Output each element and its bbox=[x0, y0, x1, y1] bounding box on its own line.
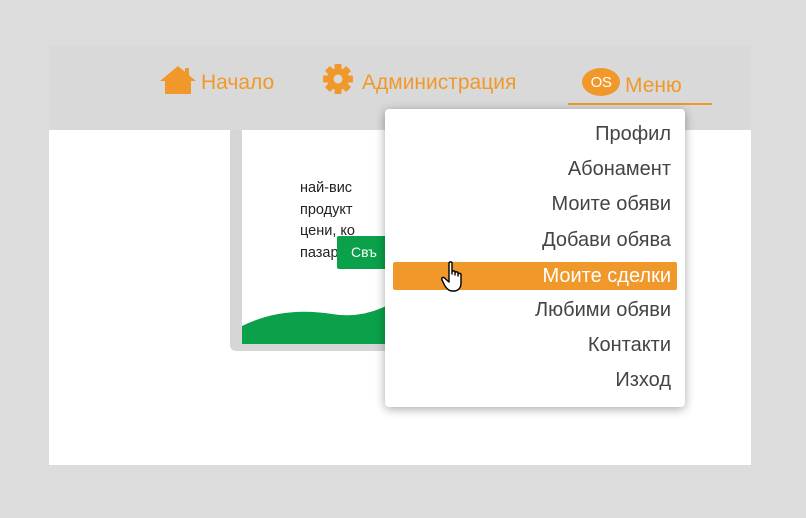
nav-admin-link[interactable]: Администрация bbox=[322, 64, 517, 95]
nav-menu-toggle[interactable]: OS Меню bbox=[568, 68, 712, 105]
menu-item-add-listing[interactable]: Добави обява bbox=[542, 229, 671, 252]
hand-pointer-cursor-icon bbox=[441, 261, 462, 292]
menu-item-my-listings[interactable]: Моите обяви bbox=[551, 193, 671, 216]
menu-item-contacts[interactable]: Контакти bbox=[588, 334, 671, 357]
menu-item-subscription[interactable]: Абонамент bbox=[568, 158, 671, 181]
window-frame: Начало Администрация OS Меню най-вис про… bbox=[0, 0, 806, 518]
browser-viewport: Начало Администрация OS Меню най-вис про… bbox=[49, 46, 751, 465]
gear-icon bbox=[322, 63, 354, 95]
user-dropdown-menu: Профил Абонамент Моите обяви Добави обяв… bbox=[385, 109, 685, 407]
content-card: най-вис продукт цени, ко пазара. Свъ bbox=[230, 96, 407, 351]
nav-home-link[interactable]: Начало bbox=[159, 66, 275, 95]
menu-item-logout[interactable]: Изход bbox=[615, 369, 671, 392]
menu-item-profile[interactable]: Профил bbox=[595, 123, 671, 146]
home-icon bbox=[159, 65, 197, 95]
user-avatar-badge: OS bbox=[582, 68, 620, 96]
green-wave-decoration bbox=[242, 304, 390, 344]
nav-admin-label: Администрация bbox=[362, 71, 517, 94]
nav-home-label: Начало bbox=[201, 71, 275, 94]
menu-item-favorite-listings[interactable]: Любими обяви bbox=[535, 299, 671, 322]
menu-item-my-deals[interactable]: Моите сделки bbox=[393, 262, 677, 290]
nav-menu-label: Меню bbox=[625, 74, 682, 97]
